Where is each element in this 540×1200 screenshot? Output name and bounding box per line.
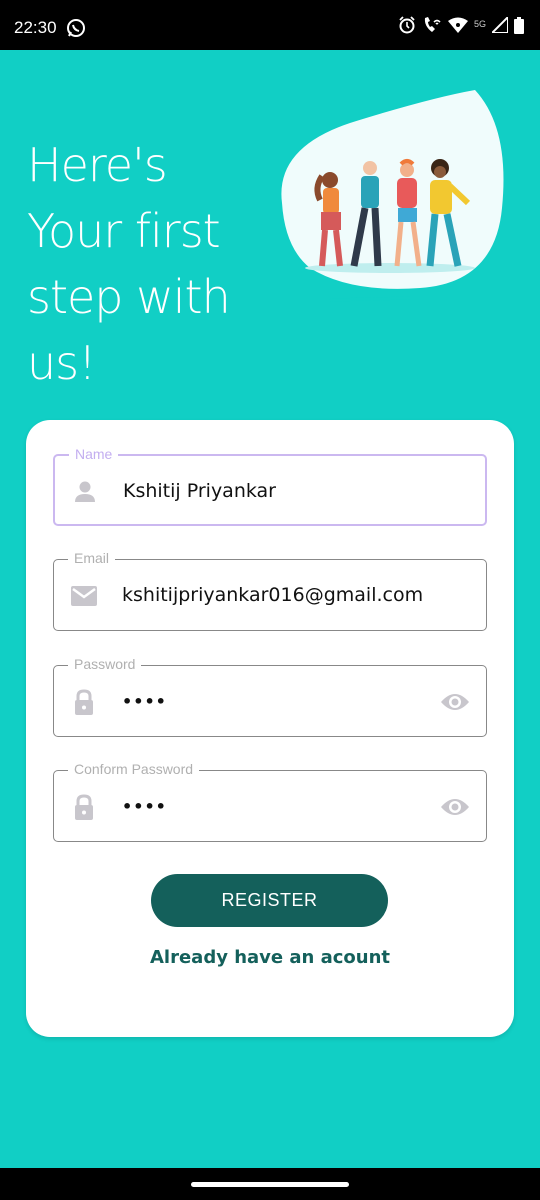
name-input[interactable]: Kshitij Priyankar xyxy=(123,480,276,502)
page-title: Here's Your first step with us! xyxy=(27,132,267,396)
email-field[interactable]: Email kshitijpriyankar016@gmail.com xyxy=(53,550,487,631)
password-input[interactable]: •••• xyxy=(122,692,167,711)
name-label: Name xyxy=(69,446,119,462)
lock-icon xyxy=(70,688,98,716)
title-line: Here's xyxy=(27,138,168,192)
home-gesture-handle[interactable] xyxy=(191,1182,349,1187)
title-line: step with xyxy=(27,270,231,324)
name-field[interactable]: Name Kshitij Priyankar xyxy=(53,446,487,526)
confirm-password-input[interactable]: •••• xyxy=(122,797,167,816)
register-card: Name Kshitij Priyankar Email kshitijpriy… xyxy=(26,420,514,1037)
mail-icon xyxy=(70,582,98,610)
email-input[interactable]: kshitijpriyankar016@gmail.com xyxy=(122,584,423,606)
wifi-icon xyxy=(447,17,468,37)
register-button[interactable]: REGISTER xyxy=(151,874,388,927)
network-type: 5G xyxy=(473,19,486,29)
password-label: Password xyxy=(68,656,142,672)
status-bar: 22:30 5G xyxy=(0,0,540,50)
wifi-call-icon xyxy=(422,16,442,38)
email-label: Email xyxy=(68,550,116,566)
lock-icon xyxy=(70,793,98,821)
login-link[interactable]: Already have an acount xyxy=(26,947,514,968)
eye-icon[interactable] xyxy=(440,793,470,821)
eye-icon[interactable] xyxy=(440,688,470,716)
alarm-icon xyxy=(398,16,416,38)
title-line: us! xyxy=(27,336,97,390)
battery-icon xyxy=(514,16,524,38)
whatsapp-icon xyxy=(66,18,86,42)
password-field[interactable]: Password •••• xyxy=(53,656,487,737)
friends-illustration xyxy=(270,88,510,318)
confirm-password-label: Conform Password xyxy=(68,761,200,777)
navigation-bar xyxy=(0,1168,540,1200)
signal-icon xyxy=(489,14,509,37)
title-line: Your first xyxy=(27,204,221,258)
confirm-password-field[interactable]: Conform Password •••• xyxy=(53,761,487,842)
status-time: 22:30 xyxy=(14,18,57,37)
person-icon xyxy=(71,478,99,506)
